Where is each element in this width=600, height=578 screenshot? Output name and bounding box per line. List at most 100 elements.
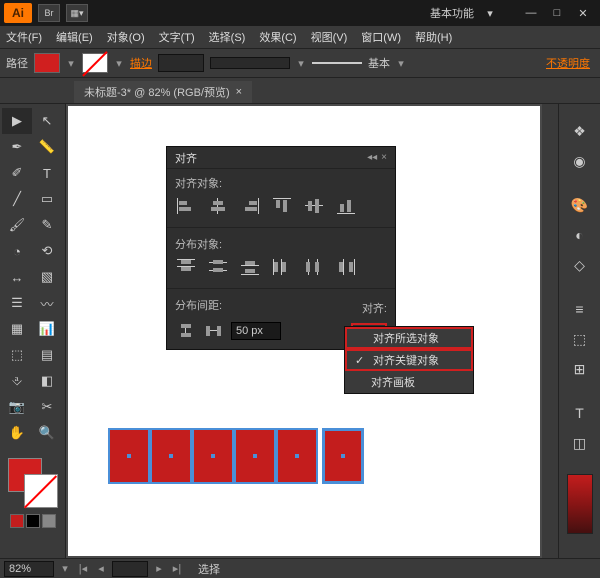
- selected-rectangle[interactable]: [192, 428, 234, 484]
- spacing-value-field[interactable]: 50 px: [231, 322, 281, 340]
- distribute-top-button[interactable]: [175, 258, 197, 276]
- swatches-panel-icon[interactable]: 🎨: [566, 192, 594, 218]
- align-to-selection-item[interactable]: 对齐所选对象: [345, 327, 473, 349]
- brush-dropdown-icon[interactable]: ▾: [396, 53, 406, 73]
- distribute-hcenter-button[interactable]: [303, 258, 325, 276]
- mesh-tool[interactable]: ⬚: [2, 342, 32, 368]
- line-tool[interactable]: ╱: [2, 186, 32, 212]
- artboard-last-icon[interactable]: ▸|: [170, 561, 184, 577]
- stroke-indicator[interactable]: [24, 474, 58, 508]
- fill-swatch[interactable]: [34, 53, 60, 73]
- fill-stroke-indicator[interactable]: [8, 458, 58, 508]
- zoom-field[interactable]: 82%: [4, 561, 54, 577]
- minimize-button[interactable]: —: [518, 3, 544, 23]
- distribute-right-button[interactable]: [335, 258, 357, 276]
- distribute-left-button[interactable]: [271, 258, 293, 276]
- perspective-grid-tool[interactable]: 📊: [32, 316, 62, 342]
- selected-rectangle[interactable]: [150, 428, 192, 484]
- gradient-mode-button[interactable]: [26, 514, 40, 528]
- align-left-button[interactable]: [175, 197, 197, 215]
- stroke-swatch[interactable]: [82, 53, 108, 73]
- free-transform-tool[interactable]: 〰: [32, 290, 62, 316]
- menu-effect[interactable]: 效果(C): [259, 29, 296, 45]
- vertical-scrollbar[interactable]: [542, 104, 558, 558]
- symbol-sprayer-tool[interactable]: 📷: [2, 394, 32, 420]
- distribute-vcenter-button[interactable]: [207, 258, 229, 276]
- color-panel-icon[interactable]: ❖: [566, 118, 594, 144]
- color-guide-panel-icon[interactable]: ◉: [566, 148, 594, 174]
- column-graph-tool[interactable]: ✂: [32, 394, 62, 420]
- key-object-rectangle[interactable]: [322, 428, 364, 484]
- menu-file[interactable]: 文件(F): [6, 29, 42, 45]
- brushes-panel-icon[interactable]: ◐: [566, 222, 594, 248]
- panel-close-icon[interactable]: ×: [381, 152, 387, 163]
- rectangle-tool[interactable]: ▭: [32, 186, 62, 212]
- menu-select[interactable]: 选择(S): [209, 29, 246, 45]
- artboard-first-icon[interactable]: |◂: [76, 561, 90, 577]
- selected-rectangle[interactable]: [108, 428, 150, 484]
- menu-help[interactable]: 帮助(H): [415, 29, 452, 45]
- bridge-button[interactable]: Br: [38, 4, 60, 22]
- align-panel-tab[interactable]: 对齐 ◂◂ ×: [167, 147, 395, 169]
- artboard-number-field[interactable]: [112, 561, 148, 577]
- color-mode-button[interactable]: [10, 514, 24, 528]
- pen-tool[interactable]: ✐: [2, 160, 32, 186]
- menu-type[interactable]: 文字(T): [159, 29, 195, 45]
- menu-edit[interactable]: 编辑(E): [56, 29, 93, 45]
- close-window-button[interactable]: ✕: [570, 3, 596, 23]
- tab-close-icon[interactable]: ×: [236, 86, 242, 98]
- menu-window[interactable]: 窗口(W): [361, 29, 401, 45]
- workspace-dropdown-icon[interactable]: ▾: [482, 5, 498, 21]
- stroke-profile[interactable]: [210, 57, 290, 69]
- document-tab[interactable]: 未标题-3* @ 82% (RGB/预览) ×: [74, 81, 252, 103]
- align-to-key-object-item[interactable]: ✓ 对齐关键对象: [345, 349, 473, 371]
- align-vcenter-button[interactable]: [303, 197, 325, 215]
- width-tool[interactable]: ☰: [2, 290, 32, 316]
- fill-dropdown-icon[interactable]: ▾: [66, 53, 76, 73]
- panel-collapse-icon[interactable]: ◂◂: [367, 152, 377, 163]
- blend-tool[interactable]: ◧: [32, 368, 62, 394]
- align-right-button[interactable]: [239, 197, 261, 215]
- magic-wand-tool[interactable]: ✒: [2, 134, 32, 160]
- scale-tool[interactable]: ▧: [32, 264, 62, 290]
- shape-builder-tool[interactable]: ▦: [2, 316, 32, 342]
- lasso-tool[interactable]: 📏: [32, 134, 62, 160]
- blob-brush-tool[interactable]: ◔: [2, 238, 32, 264]
- rotate-tool[interactable]: ↔: [2, 264, 32, 290]
- gradient-tool[interactable]: ▤: [32, 342, 62, 368]
- gradient-panel-icon[interactable]: ⬚: [566, 326, 594, 352]
- align-to-artboard-item[interactable]: 对齐画板: [345, 371, 473, 393]
- direct-selection-tool[interactable]: ↖: [32, 108, 62, 134]
- align-bottom-button[interactable]: [335, 197, 357, 215]
- brush-preview[interactable]: [312, 62, 362, 64]
- appearance-panel-icon[interactable]: T: [566, 400, 594, 426]
- menu-view[interactable]: 视图(V): [311, 29, 348, 45]
- none-mode-button[interactable]: [42, 514, 56, 528]
- stroke-dropdown-icon[interactable]: ▾: [114, 53, 124, 73]
- pencil-tool[interactable]: ✎: [32, 212, 62, 238]
- transparency-panel-icon[interactable]: ⊞: [566, 356, 594, 382]
- selected-rectangle[interactable]: [276, 428, 318, 484]
- eyedropper-tool[interactable]: ⎀: [2, 368, 32, 394]
- type-tool[interactable]: T: [32, 160, 62, 186]
- stroke-weight-field[interactable]: [158, 54, 204, 72]
- paintbrush-tool[interactable]: 🖌: [2, 212, 32, 238]
- stroke-panel-icon[interactable]: ≡: [566, 296, 594, 322]
- stroke-profile-dropdown-icon[interactable]: ▾: [296, 53, 306, 73]
- menu-object[interactable]: 对象(O): [107, 29, 145, 45]
- maximize-button[interactable]: □: [544, 3, 570, 23]
- slice-tool[interactable]: 🔍: [32, 420, 62, 446]
- eraser-tool[interactable]: ⟲: [32, 238, 62, 264]
- graphic-styles-panel-icon[interactable]: ◫: [566, 430, 594, 456]
- distribute-h-spacing-button[interactable]: [203, 322, 225, 340]
- distribute-v-spacing-button[interactable]: [175, 322, 197, 340]
- selected-rectangle[interactable]: [234, 428, 276, 484]
- color-spectrum[interactable]: [567, 474, 593, 534]
- artboard-next-icon[interactable]: ▸: [152, 561, 166, 577]
- zoom-dropdown-icon[interactable]: ▾: [58, 561, 72, 577]
- symbols-panel-icon[interactable]: ◇: [566, 252, 594, 278]
- artboard-prev-icon[interactable]: ◂: [94, 561, 108, 577]
- artboard-tool[interactable]: ✋: [2, 420, 32, 446]
- stroke-link[interactable]: 描边: [130, 55, 152, 71]
- canvas[interactable]: 对齐 ◂◂ × 对齐对象: 分布对象:: [68, 106, 540, 556]
